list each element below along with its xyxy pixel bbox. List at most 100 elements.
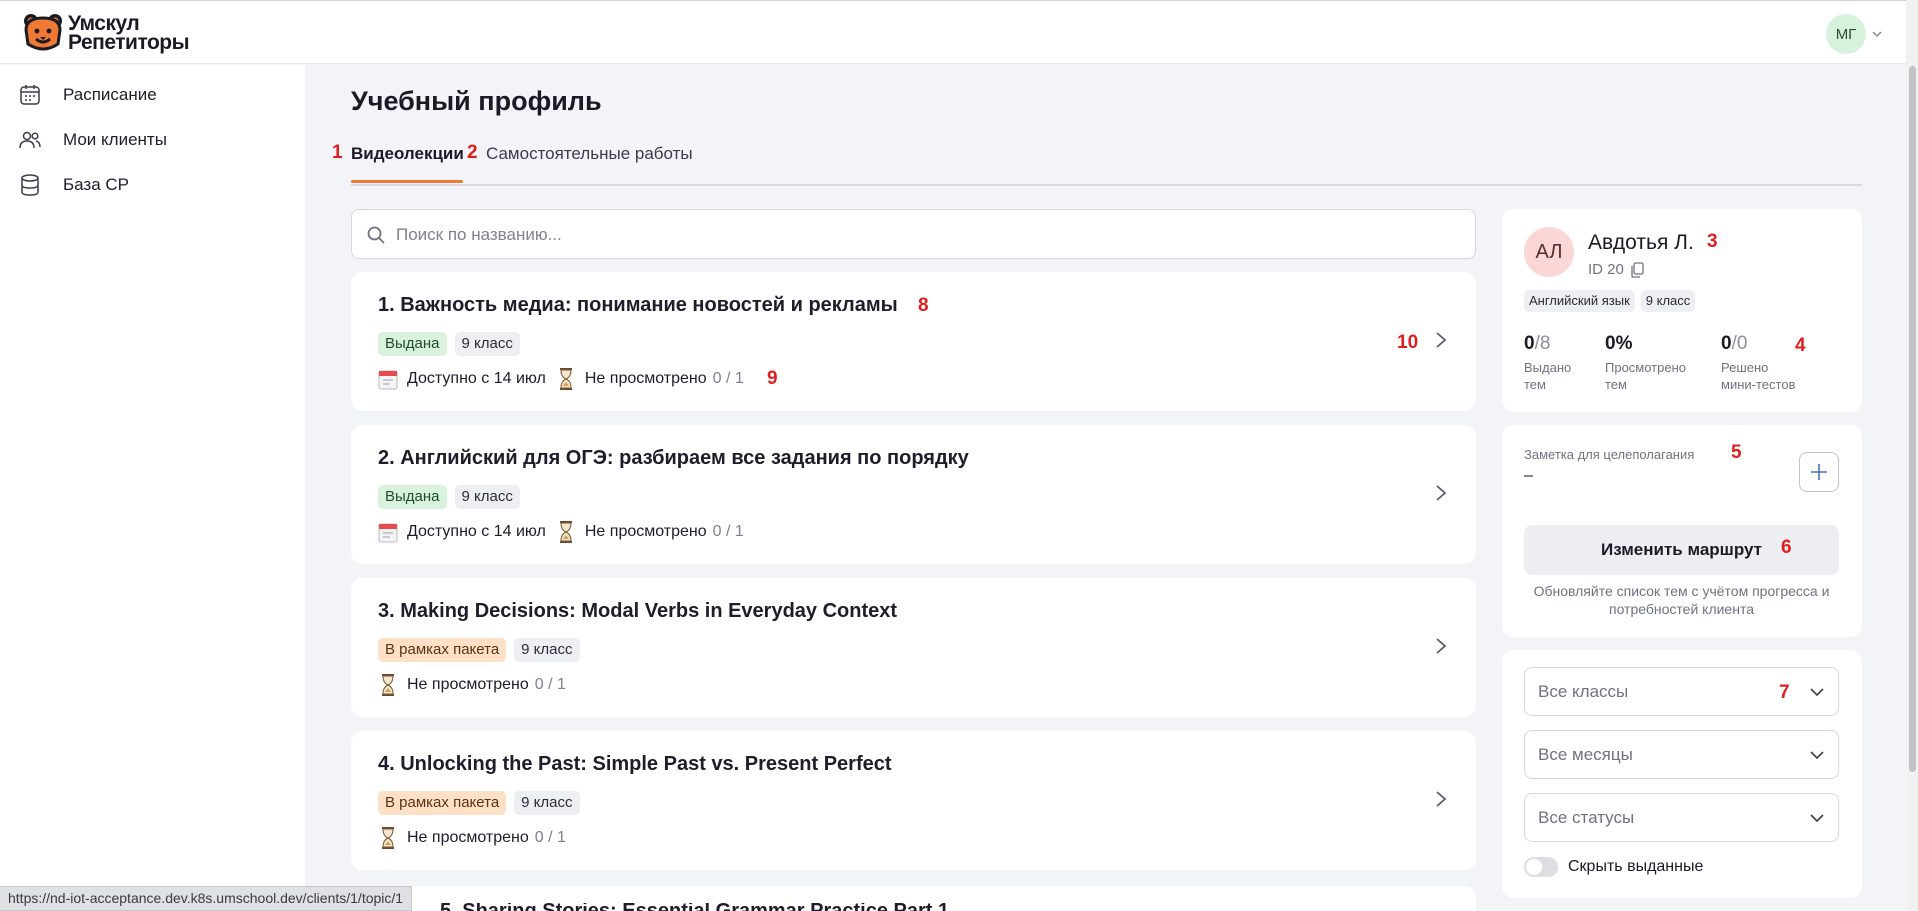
lesson-title: 4. Unlocking the Past: Simple Past vs. P… xyxy=(378,753,892,775)
client-name: Авдотья Л. xyxy=(1588,231,1694,254)
select-value: Все классы xyxy=(1538,682,1629,701)
stat-issued: 0/8 Выдано тем xyxy=(1524,333,1571,393)
grade-badge: 9 класс xyxy=(454,332,520,356)
database-icon xyxy=(21,174,39,196)
logo-text: Умскул Репетиторы xyxy=(68,13,190,54)
scrollbar-thumb[interactable] xyxy=(1909,66,1916,772)
subject-tag: Английский язык xyxy=(1524,290,1635,312)
browser-status-url: https://nd-iot-acceptance.dev.k8s.umscho… xyxy=(0,886,413,911)
status-filter-select[interactable]: Все статусы xyxy=(1524,793,1839,842)
grade-badge: 9 класс xyxy=(514,638,580,662)
page-title: Учебный профиль xyxy=(351,86,602,116)
hourglass-icon xyxy=(559,521,572,543)
stat-label: тем xyxy=(1605,377,1627,392)
view-status: Не просмотрено xyxy=(407,676,529,693)
copy-icon[interactable] xyxy=(1630,261,1644,278)
stat-label: Решено xyxy=(1721,360,1769,375)
sidebar-item-database[interactable]: База СР xyxy=(18,171,129,199)
goal-note-panel: Заметка для целеполагания – Изменить мар… xyxy=(1502,425,1862,637)
lesson-card[interactable]: 2. Английский для ОГЭ: разбираем все зад… xyxy=(351,425,1476,564)
lesson-card[interactable]: 3. Making Decisions: Modal Verbs in Ever… xyxy=(351,578,1476,717)
sidebar-item-label: Расписание xyxy=(63,85,157,104)
select-value: Все месяцы xyxy=(1538,745,1633,764)
lesson-title: 1. Важность медиа: понимание новостей и … xyxy=(378,294,898,316)
stat-solved: 0/0 Решено мини-тестов xyxy=(1721,333,1795,393)
status-badge: В рамках пакета xyxy=(378,638,507,662)
lesson-card[interactable]: 4. Unlocking the Past: Simple Past vs. P… xyxy=(351,731,1476,870)
change-route-button[interactable]: Изменить маршрут xyxy=(1524,525,1839,575)
lesson-card[interactable]: 1. Важность медиа: понимание новостей и … xyxy=(351,272,1476,411)
available-date: Доступно с 14 июл xyxy=(407,370,546,387)
class-filter-select[interactable]: Все классы xyxy=(1524,667,1839,716)
hide-issued-toggle[interactable] xyxy=(1524,857,1558,877)
annotation-marker: 7 xyxy=(1779,682,1790,703)
annotation-marker: 1 xyxy=(332,142,343,163)
tab-video-lectures[interactable]: Видеолекции xyxy=(351,144,464,164)
toggle-label: Скрыть выданные xyxy=(1568,858,1704,875)
sidebar: Расписание Мои клиенты База СР xyxy=(0,65,305,911)
stat-value: 0 xyxy=(1524,333,1535,354)
lesson-title: 3. Making Decisions: Modal Verbs in Ever… xyxy=(378,600,898,622)
month-filter-select[interactable]: Все месяцы xyxy=(1524,730,1839,779)
calendar-page-icon xyxy=(378,523,398,543)
view-status: Не просмотрено xyxy=(407,829,529,846)
tab-independent-works[interactable]: Самостоятельные работы xyxy=(486,144,693,164)
active-tab-indicator xyxy=(351,180,463,183)
search-input[interactable] xyxy=(396,220,1456,250)
client-profile-panel: АЛ Авдотья Л. ID 20 Английский язык 9 кл… xyxy=(1502,209,1862,412)
route-description: Обновляйте список тем с учётом прогресса… xyxy=(1533,583,1830,617)
available-date: Доступно с 14 июл xyxy=(407,523,546,540)
grade-tag: 9 класс xyxy=(1640,290,1696,312)
sidebar-item-label: Мои клиенты xyxy=(63,130,167,149)
search-icon xyxy=(367,226,385,244)
filters-panel: Все классы Все месяцы Все статусы Скрыть… xyxy=(1502,650,1862,898)
bear-logo-icon xyxy=(22,12,64,54)
hourglass-icon xyxy=(559,368,572,390)
client-id: ID 20 xyxy=(1588,261,1644,278)
annotation-marker: 8 xyxy=(918,295,929,316)
plus-icon xyxy=(1811,464,1827,480)
chevron-down-icon xyxy=(1810,751,1824,760)
annotation-marker: 6 xyxy=(1781,537,1792,558)
annotation-marker: 3 xyxy=(1707,231,1718,252)
users-icon xyxy=(19,131,41,149)
chevron-down-icon[interactable] xyxy=(1871,28,1883,40)
chevron-right-icon[interactable] xyxy=(1434,636,1448,656)
sidebar-item-clients[interactable]: Мои клиенты xyxy=(18,126,167,154)
view-status: Не просмотрено xyxy=(584,523,707,540)
grade-badge: 9 класс xyxy=(454,485,520,509)
select-value: Все статусы xyxy=(1538,808,1635,827)
stat-value: 0 xyxy=(1721,333,1732,354)
chevron-right-icon[interactable] xyxy=(1434,789,1448,809)
search-box[interactable] xyxy=(351,209,1476,259)
client-id-text: ID 20 xyxy=(1588,261,1624,278)
note-label: Заметка для целеполагания xyxy=(1524,447,1695,462)
user-avatar[interactable]: МГ xyxy=(1826,14,1866,54)
grade-badge: 9 класс xyxy=(514,791,580,815)
status-badge: В рамках пакета xyxy=(378,791,507,815)
logo-line-2: Репетиторы xyxy=(68,31,190,54)
status-badge: Выдана xyxy=(378,332,447,356)
hide-issued-row: Скрыть выданные xyxy=(1524,857,1703,877)
view-progress: 0 / 1 xyxy=(534,676,566,693)
annotation-marker: 2 xyxy=(467,142,478,163)
lesson-title: 5. Sharing Stories: Essential Grammar Pr… xyxy=(440,903,949,911)
chevron-right-icon[interactable] xyxy=(1434,483,1448,503)
stat-total: /8 xyxy=(1534,333,1551,354)
view-progress: 0 / 1 xyxy=(712,370,744,387)
view-progress: 0 / 1 xyxy=(534,829,566,846)
chevron-right-icon[interactable] xyxy=(1434,330,1448,350)
calendar-page-icon xyxy=(378,370,398,390)
logo[interactable]: Умскул Репетиторы xyxy=(22,12,190,54)
stat-label: мини-тестов xyxy=(1721,377,1796,392)
hourglass-icon xyxy=(382,827,394,849)
sidebar-item-label: База СР xyxy=(63,175,130,194)
status-badge: Выдана xyxy=(378,485,447,509)
add-note-button[interactable] xyxy=(1799,452,1839,492)
view-status: Не просмотрено xyxy=(584,370,707,387)
stat-label: тем xyxy=(1524,377,1546,392)
stat-viewed: 0% Просмотрено тем xyxy=(1605,333,1686,393)
sidebar-item-schedule[interactable]: Расписание xyxy=(18,81,157,109)
stat-label: Выдано xyxy=(1524,360,1572,375)
scrollbar[interactable] xyxy=(1906,0,1918,911)
